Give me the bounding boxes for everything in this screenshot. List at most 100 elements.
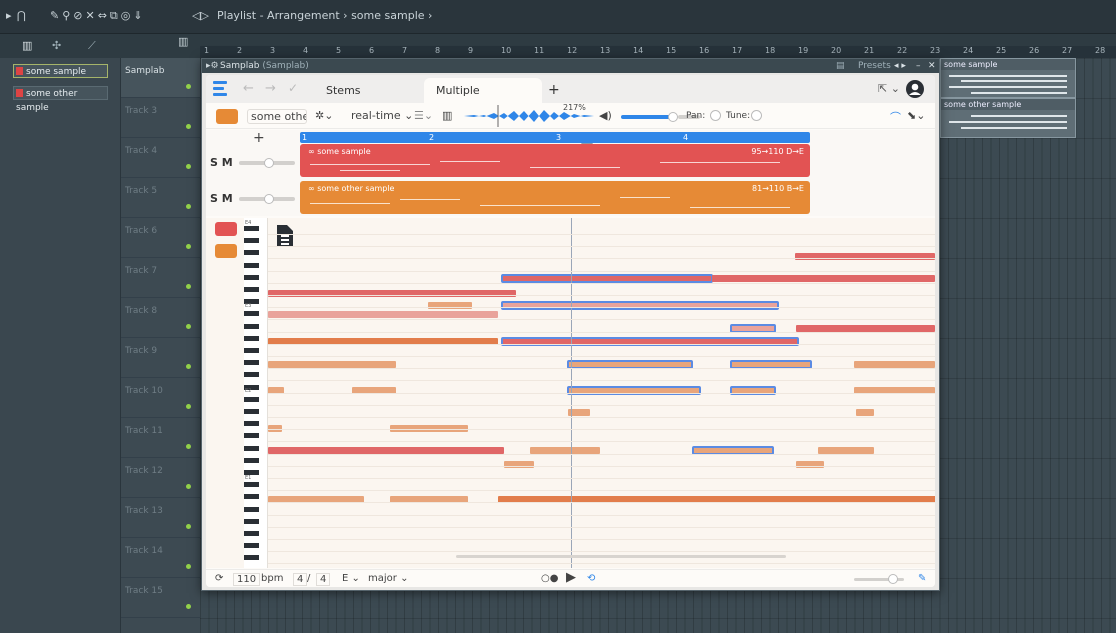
playlist-clip-some-sample[interactable]: some sample <box>940 58 1076 98</box>
volume-slider[interactable] <box>621 115 675 119</box>
account-icon[interactable] <box>905 79 925 99</box>
track-mute-led[interactable] <box>186 564 191 569</box>
midi-note[interactable] <box>854 361 935 368</box>
clip-item-some-other-sample[interactable]: some other sample <box>13 86 108 113</box>
piano-roll-icon[interactable]: ▥ <box>22 39 32 52</box>
settings-gear-icon[interactable]: ✲⌄ <box>315 109 333 122</box>
timeline-ruler[interactable]: 1 2 3 4 5 6 7 8 9 10 11 12 13 14 15 16 17 18 19 20 21 22 23 24 2… <box>200 46 1116 58</box>
edit-icon[interactable]: ✎ <box>918 573 926 584</box>
drag-icon[interactable]: ⬊⌄ <box>907 109 925 122</box>
time-sig-denominator[interactable]: 4 <box>316 573 331 586</box>
presets-label[interactable]: Presets <box>858 59 891 73</box>
undo-icon[interactable]: ← <box>243 81 254 96</box>
lane-some-sample[interactable]: ∞ some sample 95→110 D→E <box>300 144 810 177</box>
track-header[interactable]: Track 4 <box>121 138 200 178</box>
track-mute-led[interactable] <box>186 604 191 609</box>
lane-some-other-sample[interactable]: ∞ some other sample 81→110 B→E <box>300 181 810 214</box>
midi-note[interactable] <box>796 461 824 468</box>
track-mute-led[interactable] <box>186 444 191 449</box>
track-header[interactable]: Track 14 <box>121 538 200 578</box>
close-icon[interactable]: ✕ <box>928 59 936 73</box>
track-mute-led[interactable] <box>186 324 191 329</box>
playlist-clip-some-other-sample[interactable]: some other sample <box>940 98 1076 138</box>
plugin-menu-icon[interactable]: ▸⚙ <box>206 59 219 73</box>
midi-note[interactable] <box>712 275 935 282</box>
track-header[interactable]: Track 10 <box>121 378 200 418</box>
midi-note[interactable] <box>268 361 396 368</box>
track-header[interactable]: Track 8 <box>121 298 200 338</box>
pattern-icon[interactable]: ▥ <box>178 35 188 48</box>
midi-note[interactable] <box>856 409 874 416</box>
time-sig-numerator[interactable]: 4 <box>293 573 308 586</box>
breadcrumb-current[interactable]: some sample <box>351 9 424 22</box>
key-select[interactable]: E ⌄ <box>342 573 360 584</box>
plugin-titlebar[interactable]: ▸⚙ Samplab (Samplab) ▤ Presets ◂ ▸ – ✕ <box>202 59 939 73</box>
piano-roll[interactable]: E4 E3 E2 E1 <box>206 218 935 568</box>
track-mute-led[interactable] <box>186 124 191 129</box>
check-icon[interactable]: ✓ <box>288 81 298 95</box>
track-header[interactable]: Track 11 <box>121 418 200 458</box>
samplab-menu-icon[interactable] <box>213 80 229 98</box>
bpm-input[interactable]: 110 <box>233 573 261 586</box>
loop-record-icon[interactable]: ○● <box>541 573 558 584</box>
horizontal-scrollbar[interactable] <box>456 555 786 558</box>
sync-icon[interactable]: ⟳ <box>215 573 223 584</box>
volume-icon[interactable]: ◀) <box>599 109 612 122</box>
track-mute-led[interactable] <box>186 244 191 249</box>
midi-note[interactable] <box>730 360 812 369</box>
clip-item-some-sample[interactable]: some sample <box>13 64 108 78</box>
tune-knob[interactable] <box>751 110 762 121</box>
scale-select[interactable]: major ⌄ <box>368 573 408 584</box>
mode-select[interactable]: real-time ⌄ <box>351 109 413 122</box>
volume-knob[interactable] <box>668 112 678 122</box>
stretch-icon[interactable]: ✣ <box>52 39 61 52</box>
lane-1-volume-knob[interactable] <box>264 158 274 168</box>
tab-stems[interactable]: Stems <box>314 78 373 103</box>
headphones-icon[interactable]: ⌒ <box>890 109 901 125</box>
redo-icon[interactable]: → <box>265 81 276 96</box>
lane-1-solo-mute[interactable]: S M <box>210 156 233 169</box>
track-mute-led[interactable] <box>186 524 191 529</box>
play-button[interactable]: ▶ <box>566 570 576 585</box>
track-header[interactable]: Track 15 <box>121 578 200 618</box>
track-mute-led[interactable] <box>186 204 191 209</box>
track-header[interactable]: Track 12 <box>121 458 200 498</box>
tools-icon[interactable]: ✎⚲⊘✕⇔⧉◎⇓ <box>50 9 146 23</box>
track-header[interactable]: Track 3 <box>121 98 200 138</box>
lane-timeline[interactable]: 1 2 3 4 <box>300 132 810 143</box>
track-header[interactable]: Track 6 <box>121 218 200 258</box>
midi-note[interactable] <box>501 274 713 283</box>
track-mute-led[interactable] <box>186 164 191 169</box>
tab-multiple-samples[interactable]: Multiple Samples <box>424 78 542 122</box>
minimize-icon[interactable]: – <box>916 59 921 73</box>
sample-color-swatch[interactable] <box>216 109 238 124</box>
lane-2-solo-mute[interactable]: S M <box>210 192 233 205</box>
track-header[interactable]: Samplab <box>121 58 200 98</box>
lane-2-volume-knob[interactable] <box>264 194 274 204</box>
add-lane-button[interactable]: + <box>253 130 265 146</box>
midi-note[interactable] <box>268 311 498 318</box>
midi-note[interactable] <box>567 360 693 369</box>
zoom-slider-knob[interactable] <box>888 574 898 584</box>
magnet-icon[interactable]: ⋂ <box>17 9 26 23</box>
add-tab-button[interactable]: + <box>536 78 572 103</box>
expand-icon[interactable]: ▸ <box>6 9 12 23</box>
track-mute-led[interactable] <box>186 364 191 369</box>
track-mute-led[interactable] <box>186 404 191 409</box>
plugin-settings-icon[interactable]: ▤ <box>836 59 845 73</box>
track-mute-led[interactable] <box>186 484 191 489</box>
track-mute-led[interactable] <box>186 84 191 89</box>
track-header[interactable]: Track 5 <box>121 178 200 218</box>
preset-nav-icon[interactable]: ◂ ▸ <box>894 59 906 73</box>
list-icon[interactable]: ☰⌄ <box>414 109 433 122</box>
track-header[interactable]: Track 9 <box>121 338 200 378</box>
track-mute-led[interactable] <box>186 284 191 289</box>
sample-select[interactable]: some other sai <box>247 109 307 124</box>
loop-icon[interactable]: ⟲ <box>587 573 595 584</box>
window-arrow-icon[interactable]: ◁▷ <box>192 9 209 23</box>
piano-icon[interactable]: ▥ <box>442 109 452 122</box>
midi-note[interactable] <box>504 461 534 468</box>
pan-knob[interactable] <box>710 110 721 121</box>
track-header[interactable]: Track 7 <box>121 258 200 298</box>
draw-icon[interactable]: ⟋ <box>88 39 96 53</box>
